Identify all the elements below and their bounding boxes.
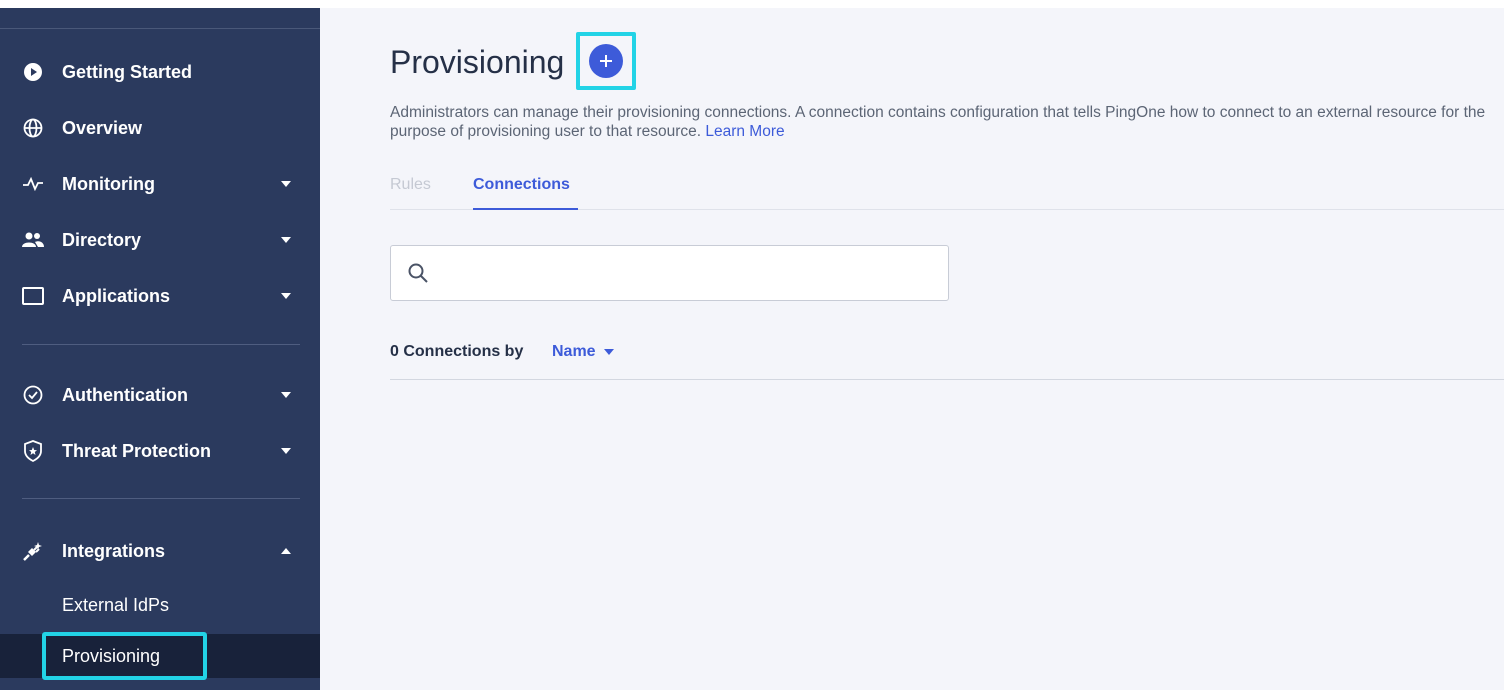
sidebar-item-label: Integrations [62, 540, 166, 561]
sidebar-divider [22, 498, 300, 499]
shield-star-icon [22, 440, 44, 462]
sidebar-item-authentication[interactable]: Authentication [0, 373, 320, 417]
search-input[interactable] [443, 256, 933, 290]
learn-more-link[interactable]: Learn More [705, 123, 784, 140]
sidebar-item-applications[interactable]: Applications [0, 274, 320, 318]
sidebar-item-label: Applications [62, 285, 171, 306]
sidebar-item-label: Threat Protection [62, 440, 212, 461]
caret-down-icon [604, 348, 615, 355]
play-circle-icon [22, 61, 44, 83]
sort-dropdown[interactable]: Name [552, 343, 615, 361]
check-circle-icon [22, 384, 44, 406]
sidebar-item-directory[interactable]: Directory [0, 218, 320, 262]
sidebar-top-divider [0, 28, 320, 29]
sidebar: Getting Started Overview Monitoring Dire… [0, 8, 320, 690]
sidebar-item-integrations[interactable]: Integrations [0, 529, 320, 573]
users-icon [22, 229, 44, 251]
sidebar-subitem-external-idps[interactable]: External IdPs [0, 583, 320, 627]
connections-count: 0 Connections by [390, 343, 524, 360]
pulse-icon [22, 173, 44, 195]
sidebar-item-overview[interactable]: Overview [0, 106, 320, 150]
connections-count-row: 0 Connections by Name [390, 343, 615, 361]
chevron-down-icon [280, 290, 292, 302]
page-description: Administrators can manage their provisio… [390, 103, 1504, 141]
sidebar-item-label: Getting Started [62, 61, 193, 82]
plus-icon [589, 44, 623, 78]
description-text: Administrators can manage their provisio… [390, 104, 1486, 140]
sidebar-subitem-label: External IdPs [62, 594, 170, 615]
chevron-down-icon [280, 445, 292, 457]
sidebar-item-getting-started[interactable]: Getting Started [0, 50, 320, 94]
plug-icon [22, 540, 44, 562]
sidebar-divider [22, 344, 300, 345]
page-title: Provisioning [390, 44, 565, 80]
sidebar-item-label: Directory [62, 229, 142, 250]
window-icon [22, 285, 44, 307]
sidebar-item-threat-protection[interactable]: Threat Protection [0, 429, 320, 473]
globe-icon [22, 117, 44, 139]
sort-label: Name [552, 343, 596, 360]
list-divider [390, 379, 1504, 380]
chevron-up-icon [280, 545, 292, 557]
main-content: Provisioning Administrators can manage t… [320, 8, 1504, 690]
sidebar-item-label: Monitoring [62, 173, 155, 194]
add-connection-button[interactable] [576, 32, 636, 90]
tab-rules[interactable]: Rules [390, 176, 431, 210]
search-icon [407, 262, 429, 289]
sidebar-item-label: Overview [62, 117, 143, 138]
tab-bar: Rules Connections [390, 176, 1504, 210]
chevron-down-icon [280, 389, 292, 401]
sidebar-item-monitoring[interactable]: Monitoring [0, 162, 320, 206]
highlight-box [42, 632, 207, 680]
chevron-down-icon [280, 234, 292, 246]
search-field[interactable] [390, 245, 949, 301]
sidebar-item-label: Authentication [62, 384, 188, 405]
chevron-down-icon [280, 178, 292, 190]
tab-connections[interactable]: Connections [473, 176, 578, 210]
